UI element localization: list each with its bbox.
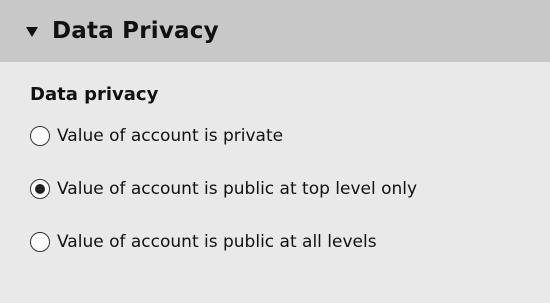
- radio-option-public-all-levels[interactable]: Value of account is public at all levels: [30, 228, 550, 256]
- radio-button-selected[interactable]: [30, 179, 50, 199]
- panel-header-title: Data Privacy: [52, 18, 219, 44]
- caret-down-icon[interactable]: [26, 27, 38, 37]
- radio-option-public-top-level[interactable]: Value of account is public at top level …: [30, 175, 550, 203]
- panel-body: Data privacy Value of account is private…: [0, 62, 550, 256]
- radio-option-private[interactable]: Value of account is private: [30, 122, 550, 150]
- radio-button-unselected[interactable]: [30, 232, 50, 252]
- radio-dot-icon: [35, 184, 45, 194]
- data-privacy-panel: Data Privacy Data privacy Value of accou…: [0, 0, 550, 303]
- section-title: Data privacy: [30, 84, 159, 105]
- panel-header-toggle[interactable]: Data Privacy: [0, 0, 550, 62]
- radio-button-unselected[interactable]: [30, 126, 50, 146]
- radio-label-public-top-level: Value of account is public at top level …: [57, 179, 418, 199]
- radio-label-private: Value of account is private: [57, 126, 284, 146]
- radio-label-public-all-levels: Value of account is public at all levels: [57, 232, 377, 252]
